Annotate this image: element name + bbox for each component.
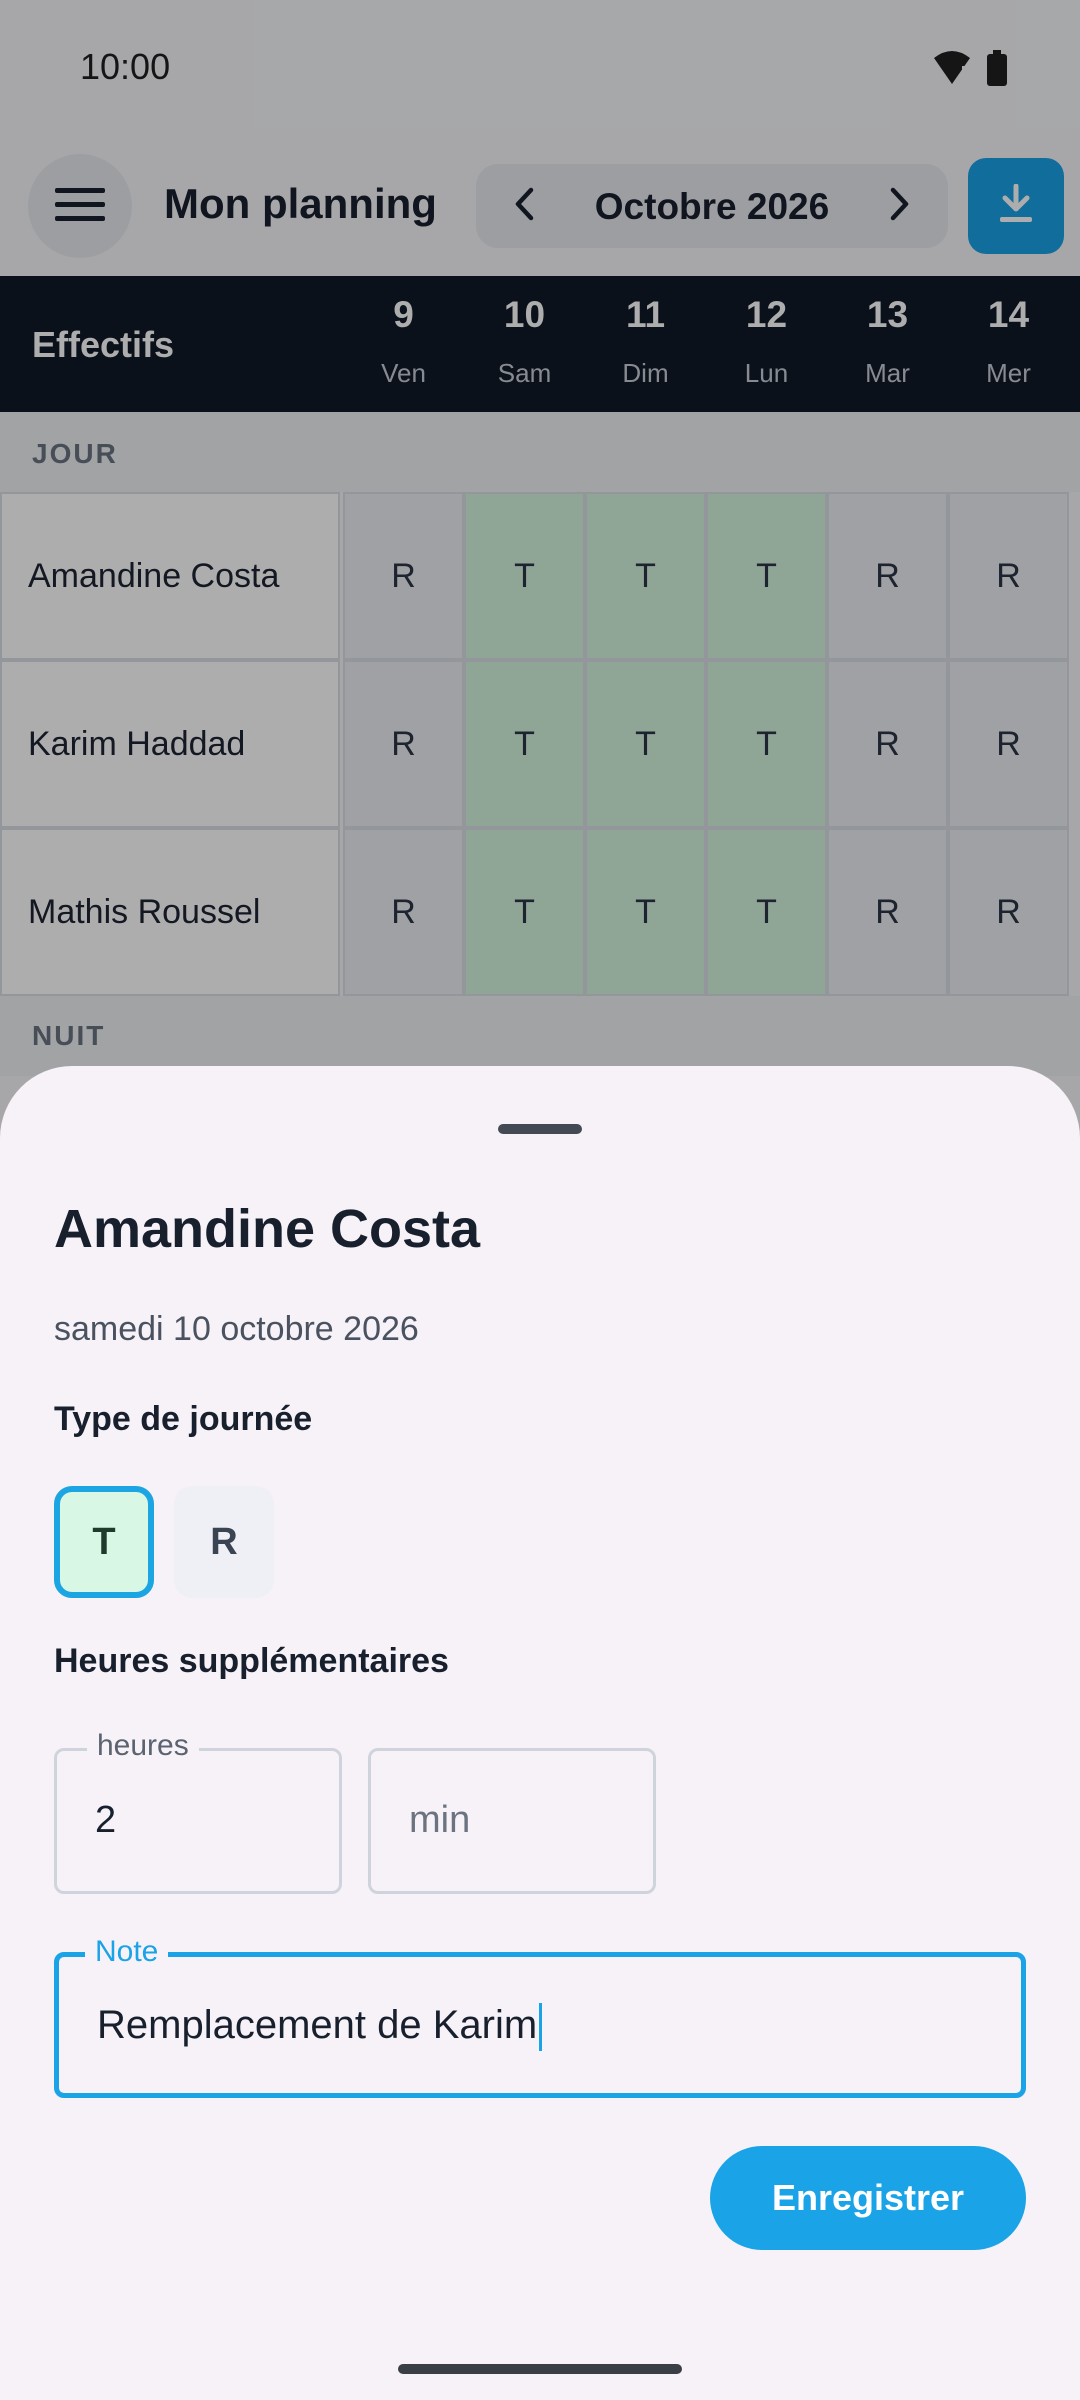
note-field-value: Remplacement de Karim (97, 2003, 538, 2047)
overtime-minutes-field[interactable]: min (368, 1748, 656, 1894)
day-type-option-work[interactable]: T (54, 1486, 154, 1598)
day-type-option-rest[interactable]: R (174, 1486, 274, 1598)
day-type-label: Type de journée (54, 1400, 313, 1438)
sheet-date: samedi 10 octobre 2026 (54, 1310, 419, 1348)
hours-field-value: 2 (95, 1799, 117, 1841)
minutes-field-placeholder: min (409, 1799, 471, 1841)
edit-shift-bottom-sheet: Amandine Costa samedi 10 octobre 2026 Ty… (0, 1066, 1080, 2400)
note-field-value-wrap: Remplacement de Karim (97, 2003, 543, 2052)
sheet-title: Amandine Costa (54, 1199, 481, 1259)
overtime-label: Heures supplémentaires (54, 1642, 449, 1680)
hours-field-label: heures (87, 1729, 199, 1763)
note-field[interactable]: Note Remplacement de Karim (54, 1935, 1026, 2098)
text-cursor (539, 2003, 543, 2052)
save-button[interactable]: Enregistrer (710, 2146, 1026, 2250)
gesture-nav-bar[interactable] (398, 2364, 682, 2374)
overtime-hours-field[interactable]: heures 2 (54, 1729, 342, 1894)
sheet-drag-handle[interactable] (498, 1124, 582, 1134)
note-field-label: Note (85, 1935, 169, 1969)
